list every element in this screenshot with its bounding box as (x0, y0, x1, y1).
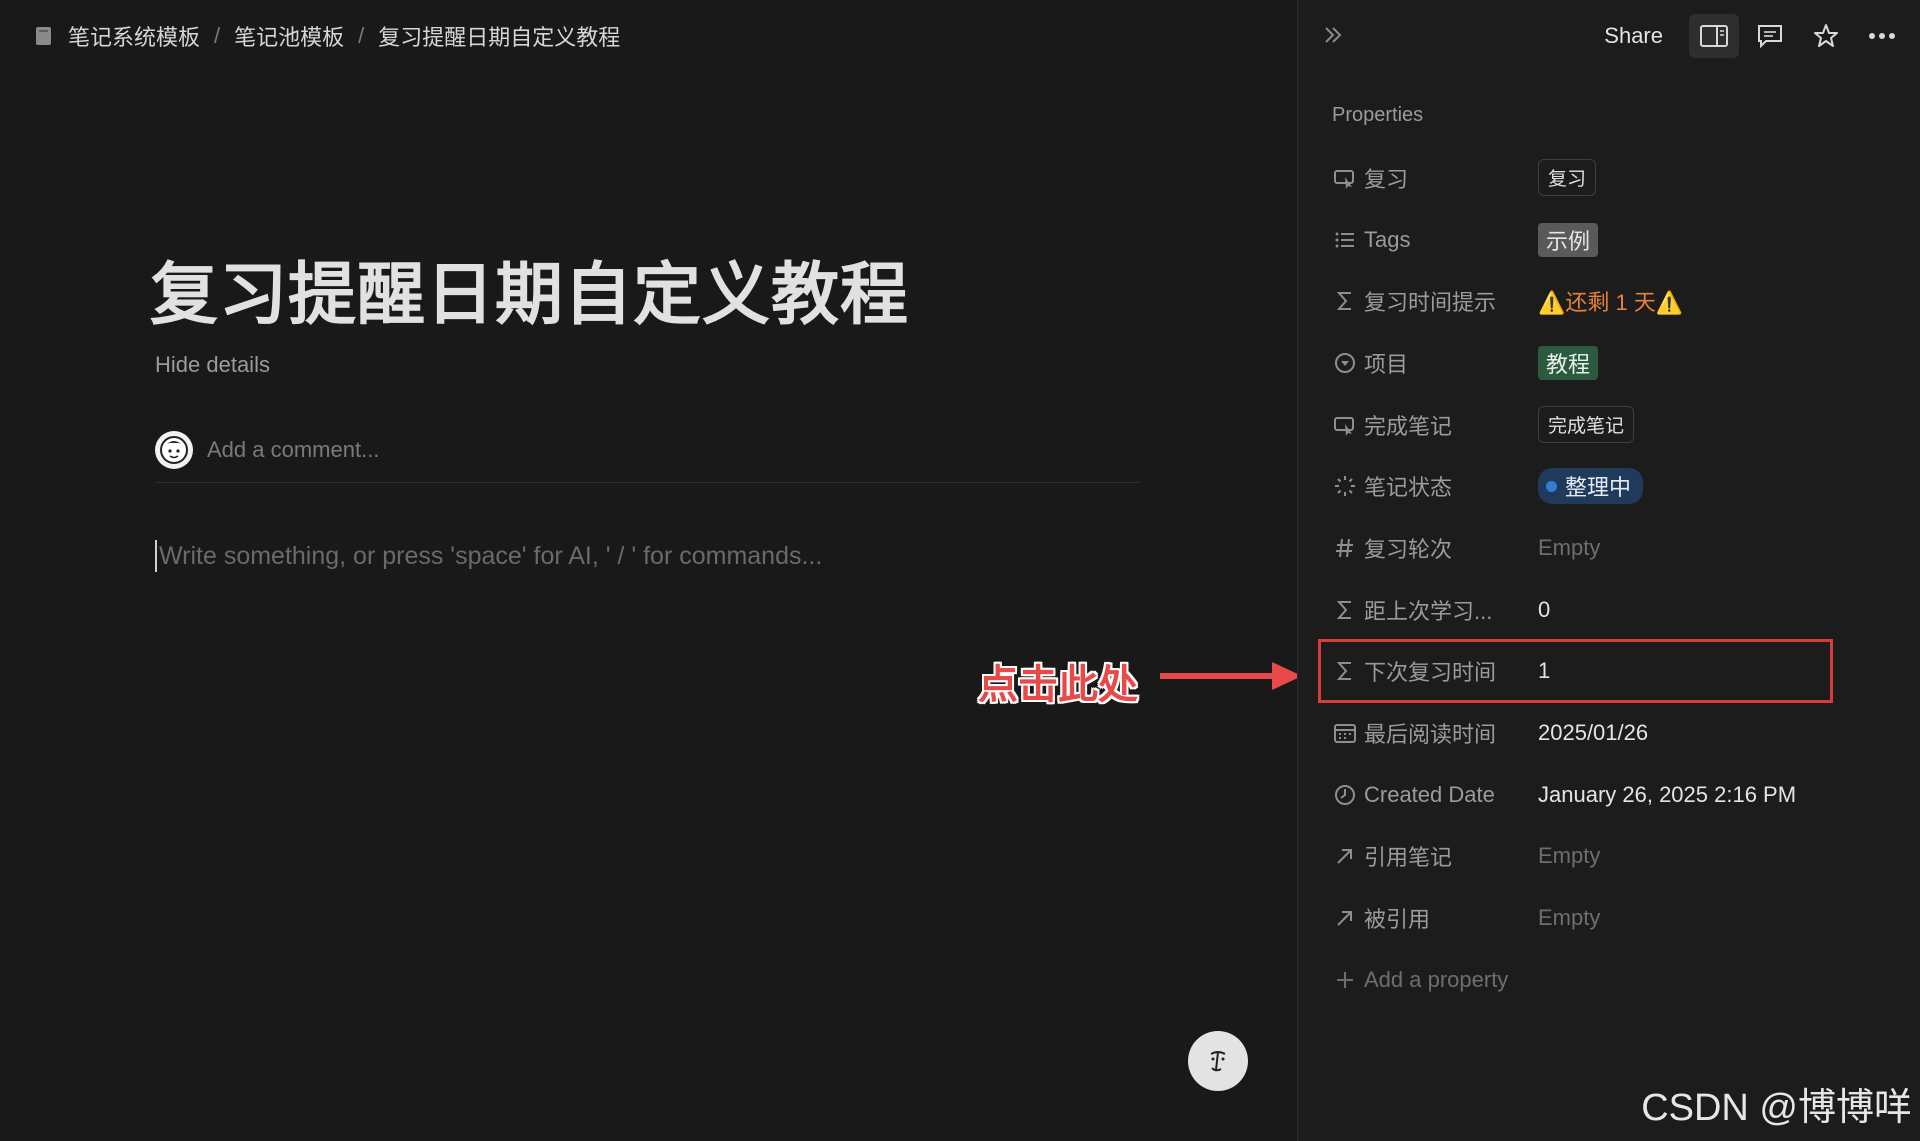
hide-details-button[interactable]: Hide details (155, 352, 270, 378)
property-name[interactable]: 复习 (1332, 162, 1538, 194)
comment-input[interactable]: Add a comment... (207, 437, 379, 463)
property-value[interactable]: ⚠️还剩 1 天⚠️ (1538, 285, 1683, 317)
avatar (155, 431, 193, 469)
property-value[interactable]: 教程 (1538, 345, 1599, 380)
property-name[interactable]: 复习时间提示 (1332, 285, 1538, 317)
tag-pill: 示例 (1538, 222, 1599, 257)
breadcrumb-separator: / (214, 23, 221, 48)
property-value[interactable]: Empty (1538, 535, 1600, 561)
property-name[interactable]: 最后阅读时间 (1332, 717, 1538, 749)
property-value[interactable]: 示例 (1538, 222, 1599, 257)
breadcrumb-item-2[interactable]: 笔记池模板 (234, 20, 344, 52)
comments-button[interactable] (1745, 14, 1795, 58)
list-icon (1332, 227, 1358, 253)
property-name[interactable]: 被引用 (1332, 902, 1538, 934)
breadcrumb-separator: / (358, 23, 365, 48)
plus-icon (1332, 967, 1358, 993)
clock-icon (1332, 782, 1358, 808)
collapse-panel-button[interactable] (1318, 20, 1348, 50)
property-row: 完成笔记 完成笔记 (1332, 394, 1892, 456)
warning-text: ⚠️还剩 1 天⚠️ (1538, 290, 1684, 316)
side-peek-button[interactable] (1689, 14, 1739, 58)
help-button[interactable] (1188, 1031, 1248, 1091)
property-value[interactable]: 复习 (1538, 159, 1597, 197)
property-row: Created Date January 26, 2025 2:16 PM (1332, 764, 1892, 826)
property-row: 距上次学习... 0 (1332, 579, 1892, 641)
select-circle-icon (1332, 350, 1358, 376)
page-icon (32, 24, 56, 48)
button-icon (1332, 412, 1358, 438)
property-name[interactable]: Tags (1332, 227, 1538, 253)
annotation-label: 点击此处 (978, 663, 1138, 707)
status-dot (1546, 480, 1557, 492)
property-row: 复习轮次 Empty (1332, 517, 1892, 579)
number-icon (1332, 535, 1358, 561)
breadcrumb: 笔记系统模板 / 笔记池模板 / 复习提醒日期自定义教程 (32, 20, 620, 52)
status-icon (1332, 473, 1358, 499)
property-row: 项目 教程 (1332, 332, 1892, 394)
star-icon (1814, 24, 1838, 47)
property-name[interactable]: 下次复习时间 (1332, 655, 1538, 687)
comment-row: Add a comment... (155, 418, 1140, 483)
annotation-arrow-icon (1160, 662, 1302, 690)
relation-arrow-icon (1332, 905, 1358, 931)
property-value[interactable]: Empty (1538, 843, 1600, 869)
editor-placeholder[interactable]: Write something, or press 'space' for AI… (155, 540, 822, 572)
action-button[interactable]: 完成笔记 (1538, 406, 1635, 444)
watermark: CSDN @博博咩 (1641, 1087, 1912, 1129)
property-row: 复习 复习 (1332, 147, 1892, 209)
breadcrumb-item-3[interactable]: 复习提醒日期自定义教程 (378, 20, 620, 52)
share-button[interactable]: Share (1604, 23, 1663, 49)
top-toolbar: Share (1604, 14, 1907, 58)
formula-icon (1332, 597, 1358, 623)
properties-heading: Properties (1332, 104, 1424, 126)
side-panel-icon (1700, 25, 1728, 47)
property-name[interactable]: Created Date (1332, 782, 1538, 808)
property-name[interactable]: 笔记状态 (1332, 470, 1538, 502)
property-name[interactable]: 复习轮次 (1332, 532, 1538, 564)
breadcrumb-item-1[interactable]: 笔记系统模板 (68, 20, 200, 52)
property-value[interactable]: January 26, 2025 2:16 PM (1538, 782, 1796, 808)
property-name[interactable]: 完成笔记 (1332, 409, 1538, 441)
more-dots-icon (1869, 33, 1895, 39)
page-main: 笔记系统模板 / 笔记池模板 / 复习提醒日期自定义教程 复习提醒日期自定义教程… (0, 0, 1302, 1141)
property-row: 笔记状态 整理中 (1332, 455, 1892, 517)
properties-panel: Share Properties 复习 复习 Tags 示例 复习时间提示 ⚠️… (1297, 0, 1920, 1141)
project-pill: 教程 (1538, 345, 1599, 380)
comment-icon (1758, 25, 1782, 49)
property-value[interactable]: 1 (1538, 658, 1550, 684)
more-button[interactable] (1857, 14, 1907, 58)
ai-face-icon (1210, 1051, 1226, 1072)
property-name[interactable]: 距上次学习... (1332, 594, 1538, 626)
status-pill: 整理中 (1538, 468, 1644, 505)
action-button[interactable]: 复习 (1538, 159, 1597, 197)
property-row: 被引用 Empty (1332, 887, 1892, 949)
formula-icon (1332, 658, 1358, 684)
property-row: 复习时间提示 ⚠️还剩 1 天⚠️ (1332, 270, 1892, 332)
double-chevron-right-icon (1325, 27, 1342, 43)
property-row: Tags 示例 (1332, 209, 1892, 271)
property-row: 最后阅读时间 2025/01/26 (1332, 702, 1892, 764)
property-list: 复习 复习 Tags 示例 复习时间提示 ⚠️还剩 1 天⚠️ 项目 教程 完成… (1318, 147, 1892, 1011)
property-name[interactable]: 项目 (1332, 347, 1538, 379)
page-title[interactable]: 复习提醒日期自定义教程 (150, 258, 909, 333)
calendar-icon (1332, 720, 1358, 746)
property-value[interactable]: 整理中 (1538, 468, 1644, 505)
add-property-row: Add a property (1332, 949, 1892, 1011)
property-row-highlighted: 下次复习时间 1 (1318, 638, 1892, 703)
property-value[interactable]: Empty (1538, 905, 1600, 931)
relation-arrow-icon (1332, 843, 1358, 869)
favorite-button[interactable] (1801, 14, 1851, 58)
property-row: 引用笔记 Empty (1332, 826, 1892, 888)
property-name[interactable]: 引用笔记 (1332, 840, 1538, 872)
property-value[interactable]: 0 (1538, 597, 1550, 623)
formula-icon (1332, 288, 1358, 314)
property-value[interactable]: 完成笔记 (1538, 406, 1635, 444)
add-property-button[interactable]: Add a property (1332, 967, 1508, 993)
button-icon (1332, 165, 1358, 191)
property-value[interactable]: 2025/01/26 (1538, 720, 1648, 746)
